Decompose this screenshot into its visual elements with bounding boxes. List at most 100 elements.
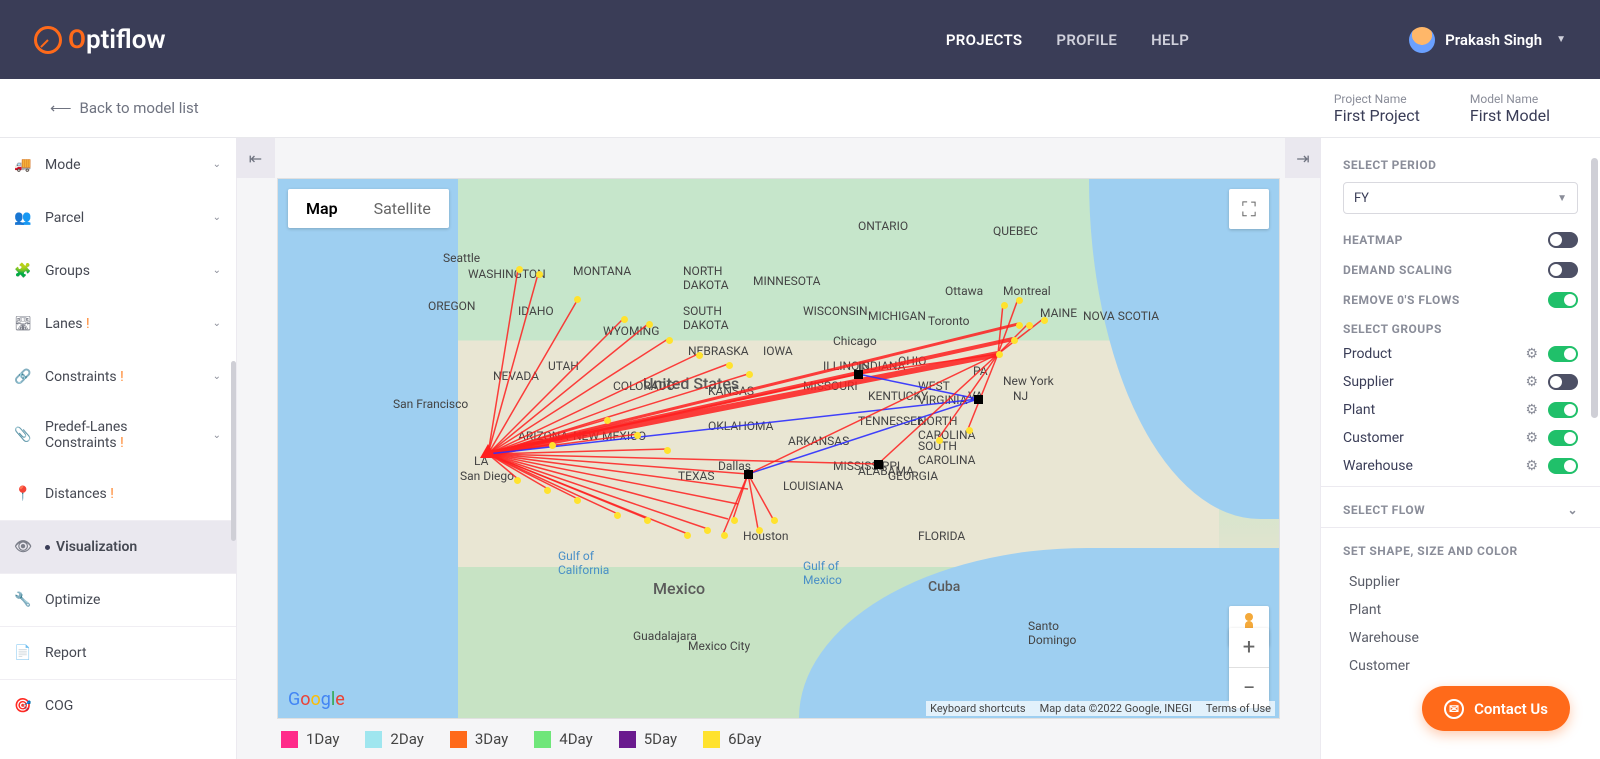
fullscreen-button[interactable]: ⛶ xyxy=(1229,189,1269,229)
map-data-label: Map data ©2022 Google, INEGI xyxy=(1040,702,1192,715)
chevron-down-icon: ▼ xyxy=(1556,34,1566,45)
contact-label: Contact Us xyxy=(1474,700,1548,718)
legend-item-1day: 1Day xyxy=(281,730,339,748)
nav-projects[interactable]: PROJECTS xyxy=(946,31,1023,49)
legend-item-6day: 6Day xyxy=(703,730,761,748)
shape-item-plant[interactable]: Plant xyxy=(1343,596,1578,624)
target-icon: 🎯 xyxy=(15,698,31,714)
select-groups-label: SELECT GROUPS xyxy=(1343,322,1578,336)
map-node-square xyxy=(854,370,863,379)
sidebar-item-parcel[interactable]: 👥Parcel⌄ xyxy=(0,191,236,244)
sidebar-item-lanes[interactable]: 🛣Lanes !⌄ xyxy=(0,297,236,350)
avatar-icon xyxy=(1409,27,1435,53)
sidebar-item-predef-lanes[interactable]: 📎Predef-LanesConstraints !⌄ xyxy=(0,403,236,467)
chat-icon: ✉ xyxy=(1444,699,1464,719)
group-supplier-toggle[interactable] xyxy=(1548,374,1578,390)
map-type-map-button[interactable]: Map xyxy=(288,189,356,228)
back-label: Back to model list xyxy=(80,99,199,117)
doc-icon: 📄 xyxy=(15,645,31,661)
map[interactable]: United States Mexico Cuba Seattle WASHIN… xyxy=(277,178,1280,719)
sidebar-item-constraints[interactable]: 🔗Constraints !⌄ xyxy=(0,350,236,403)
legend-swatch xyxy=(365,731,382,748)
logo-text-flow: ptiflow xyxy=(86,25,166,55)
map-node-origin xyxy=(480,444,496,458)
gear-icon[interactable]: ⚙ xyxy=(1525,430,1538,446)
logo-mark-icon xyxy=(34,26,62,54)
period-value: FY xyxy=(1354,191,1369,206)
back-to-models-link[interactable]: ⟵ Back to model list xyxy=(50,99,199,117)
right-panel-scrollbar[interactable] xyxy=(1591,158,1598,418)
period-select[interactable]: FY ▼ xyxy=(1343,182,1578,214)
logo-text-opti: O xyxy=(68,25,86,55)
heatmap-label: HEATMAP xyxy=(1343,233,1403,247)
nav-profile[interactable]: PROFILE xyxy=(1056,31,1117,49)
subheader: ⟵ Back to model list Project Name First … xyxy=(0,79,1600,138)
sidebar-item-mode[interactable]: 🚚Mode⌄ xyxy=(0,138,236,191)
map-attribution: Keyboard shortcuts Map data ©2022 Google… xyxy=(926,701,1275,716)
terms-link[interactable]: Terms of Use xyxy=(1206,702,1271,715)
contact-us-button[interactable]: ✉ Contact Us xyxy=(1422,686,1570,731)
user-name: Prakash Singh xyxy=(1445,31,1542,49)
zoom-in-button[interactable]: + xyxy=(1229,628,1269,668)
set-shape-label: SET SHAPE, SIZE AND COLOR xyxy=(1343,544,1578,558)
legend-swatch xyxy=(703,731,720,748)
group-warehouse-toggle[interactable] xyxy=(1548,458,1578,474)
demand-scaling-toggle[interactable] xyxy=(1548,262,1578,278)
shape-item-warehouse[interactable]: Warehouse xyxy=(1343,624,1578,652)
gear-icon[interactable]: ⚙ xyxy=(1525,458,1538,474)
chevron-down-icon: ⌄ xyxy=(213,212,221,223)
group-customer-toggle[interactable] xyxy=(1548,430,1578,446)
map-legend: 1Day2Day3Day4Day5Day6Day xyxy=(277,719,1280,759)
sidebar-item-groups[interactable]: 🧩Groups⌄ xyxy=(0,244,236,297)
legend-swatch xyxy=(534,731,551,748)
puzzle-icon: 🧩 xyxy=(15,263,31,279)
zoom-control: + − xyxy=(1229,628,1269,708)
legend-item-3day: 3Day xyxy=(450,730,508,748)
project-info: Project Name First Project Model Name Fi… xyxy=(1334,92,1550,125)
map-type-satellite-button[interactable]: Satellite xyxy=(356,189,449,228)
right-panel-collapse-button[interactable]: ⇥ xyxy=(1285,138,1321,178)
map-node-square xyxy=(974,395,983,404)
legend-swatch xyxy=(281,731,298,748)
gear-icon[interactable]: ⚙ xyxy=(1525,374,1538,390)
sidebar-item-report[interactable]: 📄Report xyxy=(0,626,236,679)
map-type-switch: Map Satellite xyxy=(288,189,449,228)
flow-lines xyxy=(278,179,1279,718)
legend-item-5day: 5Day xyxy=(619,730,677,748)
chevron-down-icon: ⌄ xyxy=(213,159,221,170)
nav-help[interactable]: HELP xyxy=(1151,31,1189,49)
legend-swatch xyxy=(450,731,467,748)
users-icon: 👥 xyxy=(15,210,31,226)
model-name-label: Model Name xyxy=(1470,92,1550,106)
sidebar: ⇤ 🚚Mode⌄👥Parcel⌄🧩Groups⌄🛣Lanes !⌄🔗Constr… xyxy=(0,138,237,759)
remove-zero-flows-toggle[interactable] xyxy=(1548,292,1578,308)
chevron-down-icon: ⌄ xyxy=(213,318,221,329)
chevron-down-icon: ⌄ xyxy=(213,371,221,382)
gear-icon[interactable]: ⚙ xyxy=(1525,402,1538,418)
map-area: United States Mexico Cuba Seattle WASHIN… xyxy=(237,138,1320,759)
sidebar-item-optimize[interactable]: 🔧Optimize xyxy=(0,573,236,626)
keyboard-shortcuts-link[interactable]: Keyboard shortcuts xyxy=(930,702,1025,715)
sidebar-item-cog[interactable]: 🎯COG xyxy=(0,679,236,732)
shape-item-supplier[interactable]: Supplier xyxy=(1343,568,1578,596)
chevron-down-icon[interactable]: ⌄ xyxy=(1567,503,1578,517)
legend-item-2day: 2Day xyxy=(365,730,423,748)
logo[interactable]: Optiflow xyxy=(34,25,166,55)
pin-icon: 📍 xyxy=(15,486,31,502)
sidebar-scrollbar[interactable] xyxy=(231,361,236,541)
heatmap-toggle[interactable] xyxy=(1548,232,1578,248)
gear-icon[interactable]: ⚙ xyxy=(1525,346,1538,362)
wrench-icon: 🔧 xyxy=(15,592,31,608)
group-row-plant: Plant⚙ xyxy=(1343,402,1578,418)
group-plant-toggle[interactable] xyxy=(1548,402,1578,418)
clip-icon: 📎 xyxy=(15,427,31,443)
group-product-toggle[interactable] xyxy=(1548,346,1578,362)
sidebar-item-visualization[interactable]: 👁Visualization xyxy=(0,520,236,573)
user-menu[interactable]: Prakash Singh ▼ xyxy=(1409,27,1566,53)
group-row-customer: Customer⚙ xyxy=(1343,430,1578,446)
route-icon: 🛣 xyxy=(15,316,31,332)
google-logo: Google xyxy=(288,689,345,710)
shape-item-customer[interactable]: Customer xyxy=(1343,652,1578,680)
app-header: Optiflow PROJECTS PROFILE HELP Prakash S… xyxy=(0,0,1600,79)
sidebar-item-distances[interactable]: 📍Distances ! xyxy=(0,467,236,520)
